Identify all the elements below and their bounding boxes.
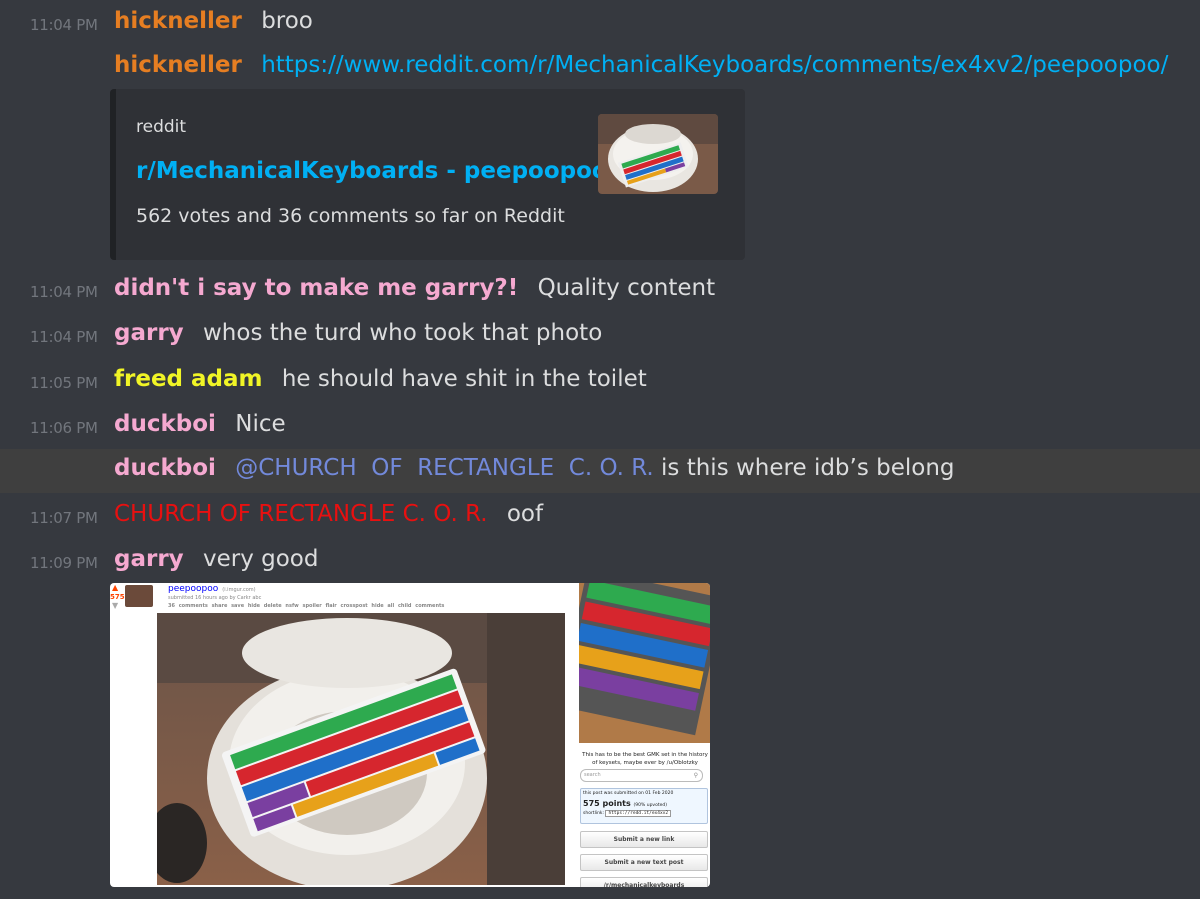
submit-link-button: Submit a new link bbox=[580, 831, 708, 848]
downvote-icon: ▼ bbox=[112, 601, 119, 610]
message-text: broo bbox=[261, 8, 313, 34]
author-name[interactable]: CHURCH OF RECTANGLE C. O. R. bbox=[114, 501, 488, 527]
message-link[interactable]: https://www.reddit.com/r/MechanicalKeybo… bbox=[261, 52, 1168, 78]
message-text: whos the turd who took that photo bbox=[202, 320, 603, 346]
vote-column: ▲ 575 ▼ bbox=[110, 583, 125, 623]
message-row-mentioned[interactable]: duckboi @CHURCH OF RECTANGLE C. O. R. is… bbox=[0, 449, 1200, 493]
link-embed: reddit r/MechanicalKeyboards - peepoopoo… bbox=[110, 89, 745, 260]
message-row[interactable]: 11:09 PM garry very good bbox=[0, 540, 1200, 584]
role-mention[interactable]: @CHURCH OF RECTANGLE C. O. R. bbox=[235, 455, 653, 481]
post-actions: 36 comments share save hide delete nsfw … bbox=[168, 603, 445, 609]
message-text: oof bbox=[506, 501, 544, 527]
message-row[interactable]: 11:04 PM didn't i say to make me garry?!… bbox=[0, 269, 1200, 313]
search-input: search ⚲ bbox=[580, 769, 703, 782]
message-row[interactable]: 11:06 PM duckboi Nice bbox=[0, 405, 1200, 449]
embed-provider[interactable]: reddit bbox=[136, 117, 186, 137]
upvote-icon: ▲ bbox=[112, 583, 119, 592]
message-row[interactable]: hickneller https://www.reddit.com/r/Mech… bbox=[0, 46, 1200, 90]
author-name[interactable]: duckboi bbox=[114, 455, 216, 481]
embed-description: 562 votes and 36 comments so far on Redd… bbox=[136, 205, 565, 227]
message-row[interactable]: 11:07 PM CHURCH OF RECTANGLE C. O. R. oo… bbox=[0, 495, 1200, 539]
author-name[interactable]: didn't i say to make me garry?! bbox=[114, 275, 518, 301]
timestamp: 11:05 PM bbox=[30, 374, 98, 392]
submit-text-button: Submit a new text post bbox=[580, 854, 708, 871]
message-row[interactable]: 11:04 PM hickneller broo bbox=[0, 2, 1200, 46]
timestamp: 11:09 PM bbox=[30, 554, 98, 572]
message-text: Nice bbox=[235, 411, 286, 437]
timestamp: 11:07 PM bbox=[30, 509, 98, 527]
message-text: is this where idb’s belong bbox=[661, 455, 955, 481]
timestamp: 11:04 PM bbox=[30, 328, 98, 346]
message-row[interactable]: 11:05 PM freed adam he should have shit … bbox=[0, 360, 1200, 404]
embed-thumbnail[interactable] bbox=[598, 114, 718, 194]
keyboard-toilet-photo bbox=[157, 613, 565, 885]
message-text: very good bbox=[202, 546, 319, 572]
image-attachment[interactable]: ▲ 575 ▼ peepoopoo (i.imgur.com) submitted… bbox=[110, 583, 710, 887]
author-name[interactable]: hickneller bbox=[114, 8, 242, 34]
message-row[interactable]: 11:04 PM garry whos the turd who took th… bbox=[0, 314, 1200, 358]
post-submitted: submitted 16 hours ago by Carkr abc bbox=[168, 595, 262, 601]
sidebar-keyboard-image bbox=[579, 583, 710, 743]
search-icon: ⚲ bbox=[693, 772, 698, 779]
embed-title[interactable]: r/MechanicalKeyboards - peepoopoo bbox=[136, 158, 608, 184]
post-info-box: this post was submitted on 01 Feb 2020 5… bbox=[580, 788, 708, 824]
author-name[interactable]: freed adam bbox=[114, 366, 263, 392]
vote-score: 575 bbox=[110, 593, 125, 601]
post-thumbnail bbox=[125, 585, 153, 607]
message-text: he should have shit in the toilet bbox=[281, 366, 647, 392]
author-name[interactable]: garry bbox=[114, 320, 184, 346]
message-text: Quality content bbox=[537, 275, 716, 301]
author-name[interactable]: hickneller bbox=[114, 52, 242, 78]
timestamp: 11:04 PM bbox=[30, 283, 98, 301]
author-name[interactable]: duckboi bbox=[114, 411, 216, 437]
post-title: peepoopoo (i.imgur.com) bbox=[168, 584, 256, 594]
sidebar-description: This has to be the best GMK set in the h… bbox=[582, 752, 708, 766]
subreddit-button: /r/mechanicalkeyboards bbox=[580, 877, 708, 887]
timestamp: 11:06 PM bbox=[30, 419, 98, 437]
author-name[interactable]: garry bbox=[114, 546, 184, 572]
timestamp: 11:04 PM bbox=[30, 16, 98, 34]
